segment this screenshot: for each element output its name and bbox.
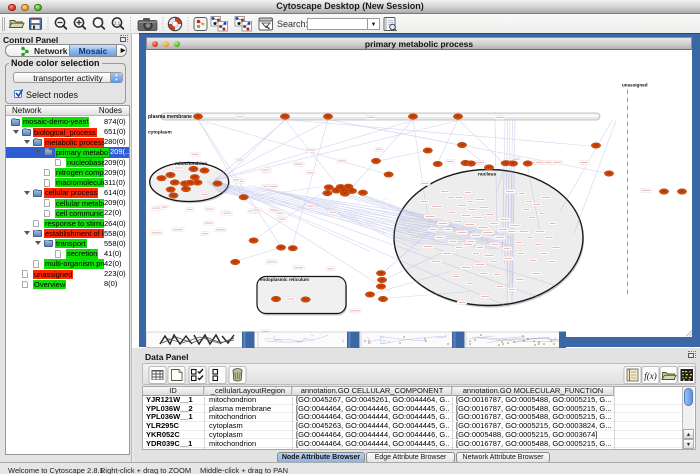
- svg-text:endoplasmic reticulum: endoplasmic reticulum: [260, 277, 309, 282]
- svg-text:unassigned: unassigned: [622, 82, 648, 87]
- svg-text:mitochondrion: mitochondrion: [175, 161, 207, 166]
- svg-text:f(x): f(x): [644, 371, 657, 381]
- svg-text:plasma membrane: plasma membrane: [148, 114, 192, 120]
- svg-text:1:1: 1:1: [114, 21, 121, 26]
- svg-text:cytoplasm: cytoplasm: [148, 129, 172, 135]
- svg-text:nucleus: nucleus: [478, 171, 496, 177]
